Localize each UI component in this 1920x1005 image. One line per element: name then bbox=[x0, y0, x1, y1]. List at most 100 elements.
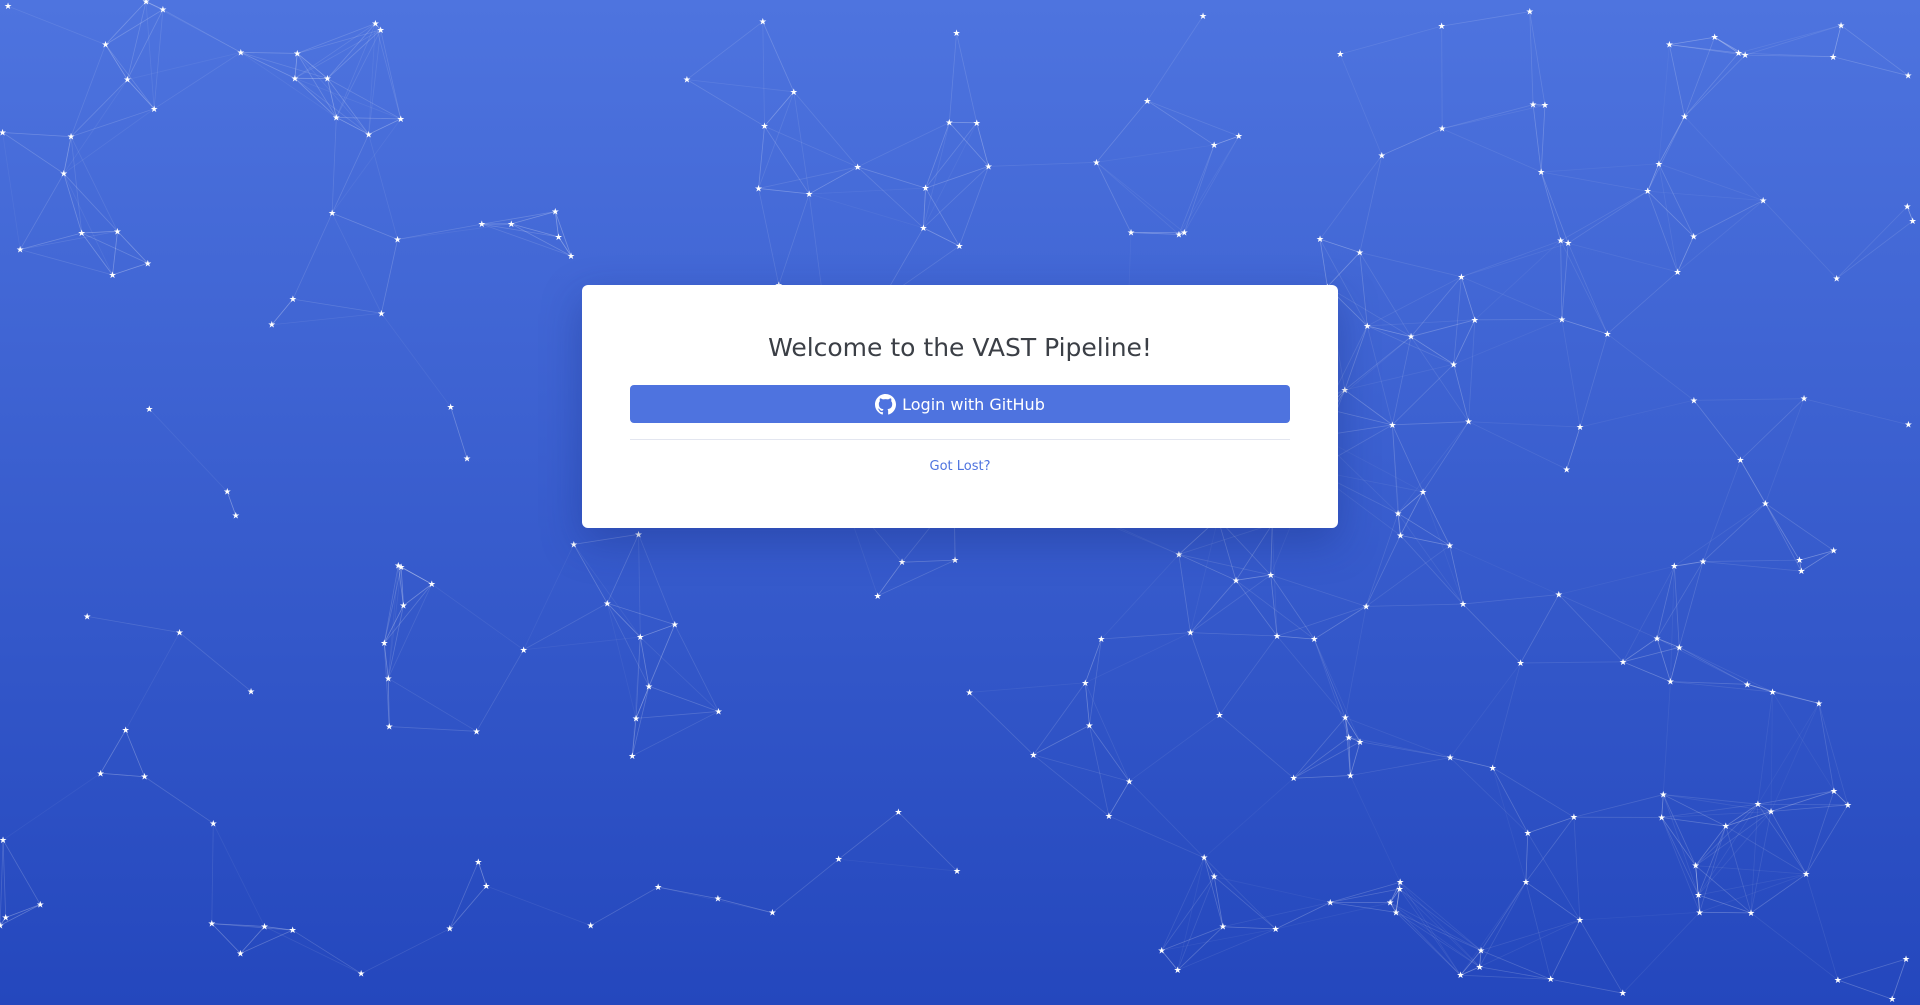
star-icon: ★ bbox=[1316, 235, 1324, 245]
network-line bbox=[1567, 243, 1608, 335]
got-lost-link[interactable]: Got Lost? bbox=[630, 459, 1290, 474]
network-line bbox=[948, 32, 957, 123]
network-line bbox=[1799, 550, 1834, 561]
star-icon: ★ bbox=[1378, 151, 1386, 161]
network-line bbox=[1395, 912, 1461, 976]
star-icon: ★ bbox=[1735, 49, 1743, 59]
star-icon: ★ bbox=[1336, 50, 1344, 60]
network-line bbox=[486, 885, 591, 926]
network-line bbox=[1214, 876, 1331, 903]
network-line bbox=[380, 239, 398, 314]
network-line bbox=[240, 52, 296, 79]
network-line bbox=[1573, 794, 1664, 818]
star-icon: ★ bbox=[1694, 891, 1702, 901]
star-icon: ★ bbox=[377, 309, 385, 319]
network-line bbox=[1397, 421, 1469, 514]
network-line bbox=[63, 79, 128, 174]
star-icon: ★ bbox=[1829, 53, 1837, 63]
star-icon: ★ bbox=[394, 235, 402, 245]
network-line bbox=[20, 249, 113, 276]
network-line bbox=[1178, 523, 1273, 555]
network-line bbox=[969, 692, 1034, 756]
star-icon: ★ bbox=[1802, 870, 1810, 880]
network-line bbox=[857, 166, 926, 189]
network-line bbox=[877, 559, 956, 597]
network-line bbox=[1468, 421, 1581, 428]
network-line bbox=[1235, 574, 1271, 581]
star-icon: ★ bbox=[122, 726, 130, 736]
star-icon: ★ bbox=[1711, 33, 1719, 43]
network-line bbox=[1757, 691, 1773, 805]
network-line bbox=[1558, 594, 1658, 639]
network-line bbox=[988, 161, 1097, 167]
star-icon: ★ bbox=[1557, 237, 1565, 247]
star-icon: ★ bbox=[4, 2, 12, 12]
star-icon: ★ bbox=[482, 882, 490, 892]
network-line bbox=[20, 230, 118, 250]
network-line bbox=[636, 711, 719, 719]
star-icon: ★ bbox=[1465, 418, 1473, 428]
star-icon: ★ bbox=[176, 628, 184, 638]
network-line bbox=[1183, 144, 1215, 233]
network-line bbox=[758, 188, 780, 286]
network-line bbox=[925, 166, 989, 189]
network-line bbox=[686, 79, 794, 93]
star-icon: ★ bbox=[1438, 125, 1446, 135]
network-line bbox=[606, 603, 650, 687]
star-icon: ★ bbox=[1834, 976, 1842, 986]
network-line bbox=[2, 132, 21, 250]
star-icon: ★ bbox=[268, 321, 276, 331]
network-line bbox=[1607, 271, 1678, 335]
network-line bbox=[148, 408, 228, 492]
star-icon: ★ bbox=[1097, 635, 1105, 645]
network-line bbox=[632, 711, 719, 757]
network-line bbox=[1270, 574, 1315, 640]
network-line bbox=[1365, 513, 1399, 607]
star-icon: ★ bbox=[1844, 801, 1852, 811]
star-icon: ★ bbox=[714, 895, 722, 905]
star-icon: ★ bbox=[1888, 995, 1896, 1005]
network-line bbox=[1674, 503, 1766, 567]
star-icon: ★ bbox=[1310, 635, 1318, 645]
network-line bbox=[1275, 901, 1331, 930]
star-icon: ★ bbox=[1456, 971, 1464, 981]
network-line bbox=[1658, 44, 1670, 164]
star-icon: ★ bbox=[1459, 600, 1467, 610]
star-icon: ★ bbox=[951, 556, 959, 566]
welcome-title: Welcome to the VAST Pipeline! bbox=[768, 333, 1152, 362]
star-icon: ★ bbox=[1216, 711, 1224, 721]
network-line bbox=[1837, 958, 1907, 981]
star-icon: ★ bbox=[1830, 547, 1838, 557]
network-line bbox=[1529, 11, 1546, 106]
network-line bbox=[1293, 737, 1350, 779]
network-line bbox=[686, 21, 764, 80]
network-line bbox=[1658, 163, 1764, 201]
star-icon: ★ bbox=[1346, 772, 1354, 782]
star-icon: ★ bbox=[474, 858, 482, 868]
network-line bbox=[70, 79, 128, 137]
network-line bbox=[1468, 421, 1567, 470]
star-icon: ★ bbox=[83, 612, 91, 622]
star-icon: ★ bbox=[1761, 499, 1769, 509]
network-line bbox=[1441, 11, 1530, 27]
star-icon: ★ bbox=[945, 119, 953, 129]
star-icon: ★ bbox=[1675, 643, 1683, 653]
network-line bbox=[1461, 240, 1561, 278]
network-line bbox=[1558, 594, 1624, 663]
star-icon: ★ bbox=[1670, 562, 1678, 572]
star-icon: ★ bbox=[96, 769, 104, 779]
login-github-button[interactable]: Login with GitHub bbox=[630, 385, 1290, 423]
network-line bbox=[1661, 817, 1699, 896]
star-icon: ★ bbox=[1267, 571, 1275, 581]
star-icon: ★ bbox=[952, 29, 960, 39]
star-icon: ★ bbox=[1747, 909, 1755, 919]
network-line bbox=[125, 632, 180, 731]
network-line bbox=[125, 730, 145, 777]
star-icon: ★ bbox=[919, 224, 927, 234]
network-line bbox=[105, 1, 147, 45]
star-icon: ★ bbox=[1522, 878, 1530, 888]
network-line bbox=[1622, 661, 1671, 682]
star-icon: ★ bbox=[1768, 688, 1776, 698]
network-line bbox=[449, 861, 479, 929]
network-line bbox=[1313, 638, 1361, 742]
